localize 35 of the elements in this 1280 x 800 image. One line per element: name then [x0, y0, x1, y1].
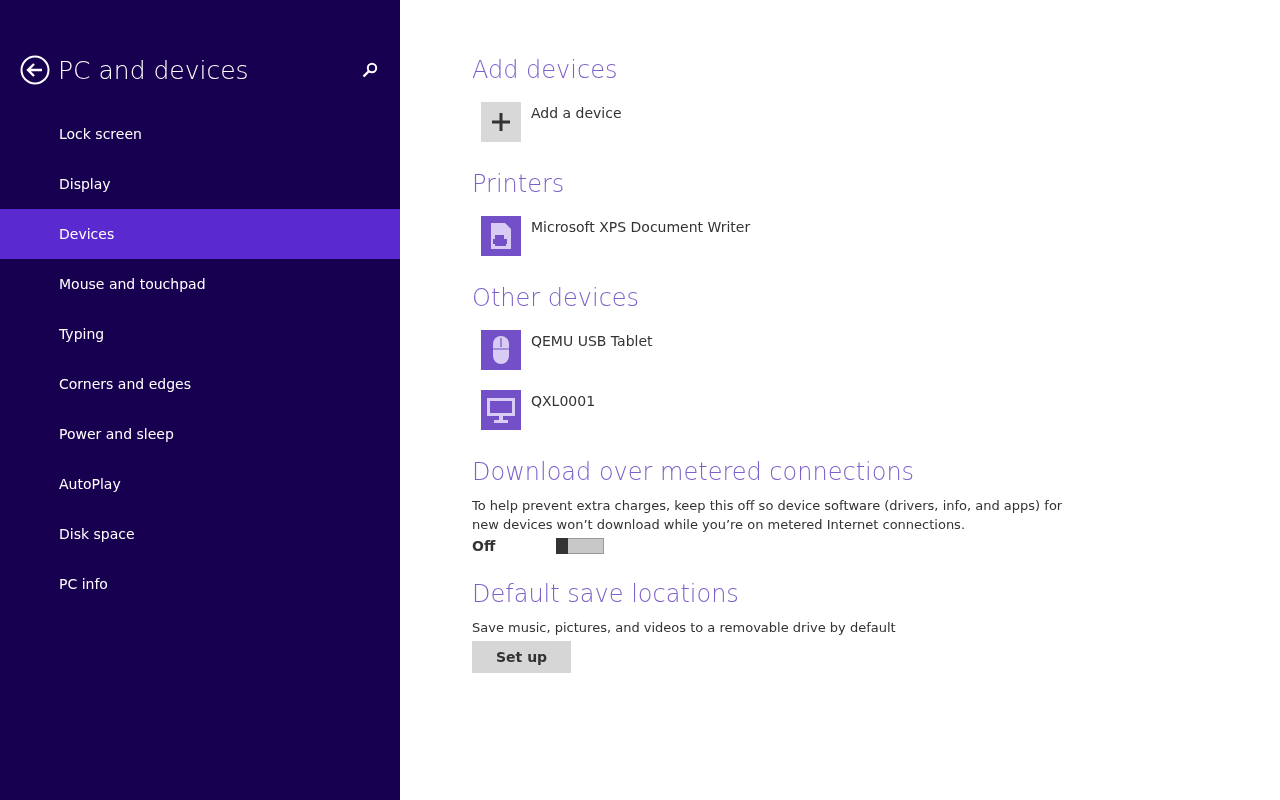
- mouse-icon: [492, 335, 510, 365]
- section-heading: Printers: [472, 169, 566, 200]
- nav-item[interactable]: AutoPlay: [0, 459, 400, 509]
- toggle-switch[interactable]: [556, 538, 604, 554]
- add-device-tile[interactable]: [481, 102, 521, 142]
- device-name: Add a device: [531, 105, 622, 121]
- printer-icon: [489, 222, 513, 250]
- device-name: Microsoft XPS Document Writer: [531, 219, 751, 235]
- device-name: QXL0001: [531, 393, 596, 409]
- printer-tile[interactable]: [481, 216, 521, 256]
- description: To help prevent extra charges, keep this off so device software (drivers, info, and apps) for new devices won’t download while you’re on metered Internet connections.: [472, 497, 1064, 534]
- back-icon[interactable]: [20, 55, 50, 85]
- toggle-label: Off: [472, 538, 497, 554]
- nav-item[interactable]: Devices: [0, 209, 400, 259]
- nav-item[interactable]: Typing: [0, 309, 400, 359]
- nav-item[interactable]: Lock screen: [0, 109, 400, 159]
- page-title: PC and devices: [58, 55, 250, 85]
- section-heading: Download over metered connections: [472, 457, 916, 488]
- mouse-tile[interactable]: [481, 330, 521, 370]
- device-name: QEMU USB Tablet: [531, 333, 653, 349]
- section-heading: Other devices: [472, 283, 641, 314]
- monitor-icon: [486, 396, 516, 424]
- section-heading: Add devices: [472, 55, 619, 86]
- nav-item[interactable]: Power and sleep: [0, 409, 400, 459]
- search-icon[interactable]: [362, 62, 378, 78]
- nav-item[interactable]: Disk space: [0, 509, 400, 559]
- nav-item[interactable]: Mouse and touchpad: [0, 259, 400, 309]
- section-heading: Default save locations: [472, 579, 740, 610]
- nav-item[interactable]: PC info: [0, 559, 400, 609]
- monitor-tile[interactable]: [481, 390, 521, 430]
- plus-icon: [491, 112, 511, 132]
- nav-item[interactable]: Display: [0, 159, 400, 209]
- description: Save music, pictures, and videos to a removable drive by default: [472, 619, 897, 637]
- nav-item[interactable]: Corners and edges: [0, 359, 400, 409]
- setup-button[interactable]: Set up: [472, 641, 572, 673]
